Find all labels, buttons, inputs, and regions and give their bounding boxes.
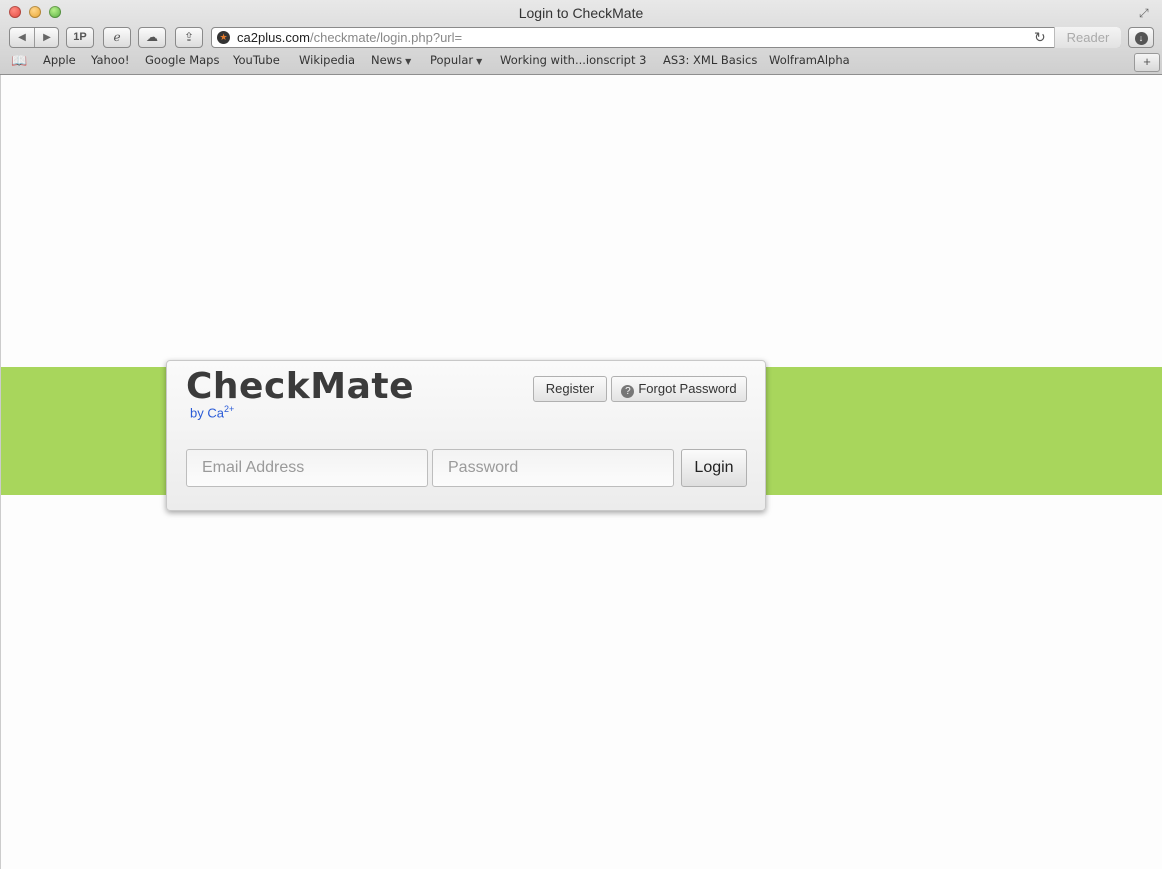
bookmark-google-maps[interactable]: Google Maps [145, 53, 219, 67]
bookmark-as3-xml-basics[interactable]: AS3: XML Basics [663, 53, 757, 67]
cloud-icon: ☁ [146, 30, 158, 44]
share-button[interactable]: ⇪ [175, 27, 203, 48]
reload-icon[interactable]: ↻ [1034, 29, 1046, 46]
login-button[interactable]: Login [681, 449, 747, 487]
login-panel: CheckMate by Ca2+ Register ? Forgot Passw… [166, 360, 766, 511]
browser-toolbar: ◀ ▶ 1P ℯ ☁ ⇪ ★ ca2plus.com/checkmate/log… [0, 26, 1162, 50]
bookmark-apple[interactable]: Apple [43, 53, 76, 67]
bookmark-youtube[interactable]: YouTube [233, 53, 280, 67]
title-bar: Login to CheckMate ⤢ [0, 0, 1162, 26]
url-text[interactable]: ca2plus.com/checkmate/login.php?url= [237, 30, 462, 45]
download-icon: ↓ [1134, 32, 1148, 45]
fullscreen-icon[interactable]: ⤢ [1139, 6, 1153, 20]
reading-list-icon[interactable]: 📖 [11, 53, 27, 69]
bookmark-wolframalpha[interactable]: WolframAlpha [769, 53, 850, 67]
site-favicon-icon: ★ [217, 31, 230, 44]
ie-extension-button[interactable]: ℯ [103, 27, 131, 48]
email-input[interactable] [200, 458, 414, 478]
chevron-down-icon: ▼ [476, 57, 483, 66]
email-field[interactable] [186, 449, 428, 487]
bookmark-working-with-actionscript[interactable]: Working with...ionscript 3 [500, 53, 646, 67]
page-content: CheckMate by Ca2+ Register ? Forgot Passw… [0, 75, 1162, 869]
bookmark-yahoo[interactable]: Yahoo! [91, 53, 129, 67]
bookmark-wikipedia[interactable]: Wikipedia [299, 53, 355, 67]
browser-chrome: Login to CheckMate ⤢ ◀ ▶ 1P ℯ ☁ ⇪ ★ ca2p… [0, 0, 1162, 75]
address-bar[interactable]: ★ ca2plus.com/checkmate/login.php?url= ↻… [211, 27, 1121, 48]
bookmark-popular-folder[interactable]: Popular ▼ [430, 53, 482, 67]
window-title: Login to CheckMate [518, 5, 644, 21]
question-icon: ? [621, 385, 635, 398]
password-field[interactable] [432, 449, 674, 487]
back-forward-buttons: ◀ ▶ [9, 27, 59, 48]
downloads-button[interactable]: ↓ [1128, 27, 1154, 48]
checkmate-logo: CheckMate [186, 366, 414, 407]
onepassword-button[interactable]: 1P [66, 27, 94, 48]
ie-icon: ℯ [113, 30, 121, 44]
icloud-tabs-button[interactable]: ☁ [138, 27, 166, 48]
forgot-password-button[interactable]: ? Forgot Password [611, 376, 747, 402]
back-icon[interactable]: ◀ [10, 28, 34, 47]
bookmarks-bar: 📖 Apple Yahoo! Google Maps YouTube Wikip… [0, 51, 1162, 72]
byline: by Ca2+ [190, 404, 235, 421]
register-button[interactable]: Register [533, 376, 607, 402]
share-icon: ⇪ [183, 30, 195, 44]
password-input[interactable] [446, 458, 660, 478]
reader-button[interactable]: Reader [1054, 27, 1121, 48]
add-bookmark-icon[interactable]: + [1134, 53, 1160, 72]
bookmark-news-folder[interactable]: News ▼ [371, 53, 411, 67]
forward-icon[interactable]: ▶ [35, 28, 59, 47]
chevron-down-icon: ▼ [405, 57, 412, 66]
